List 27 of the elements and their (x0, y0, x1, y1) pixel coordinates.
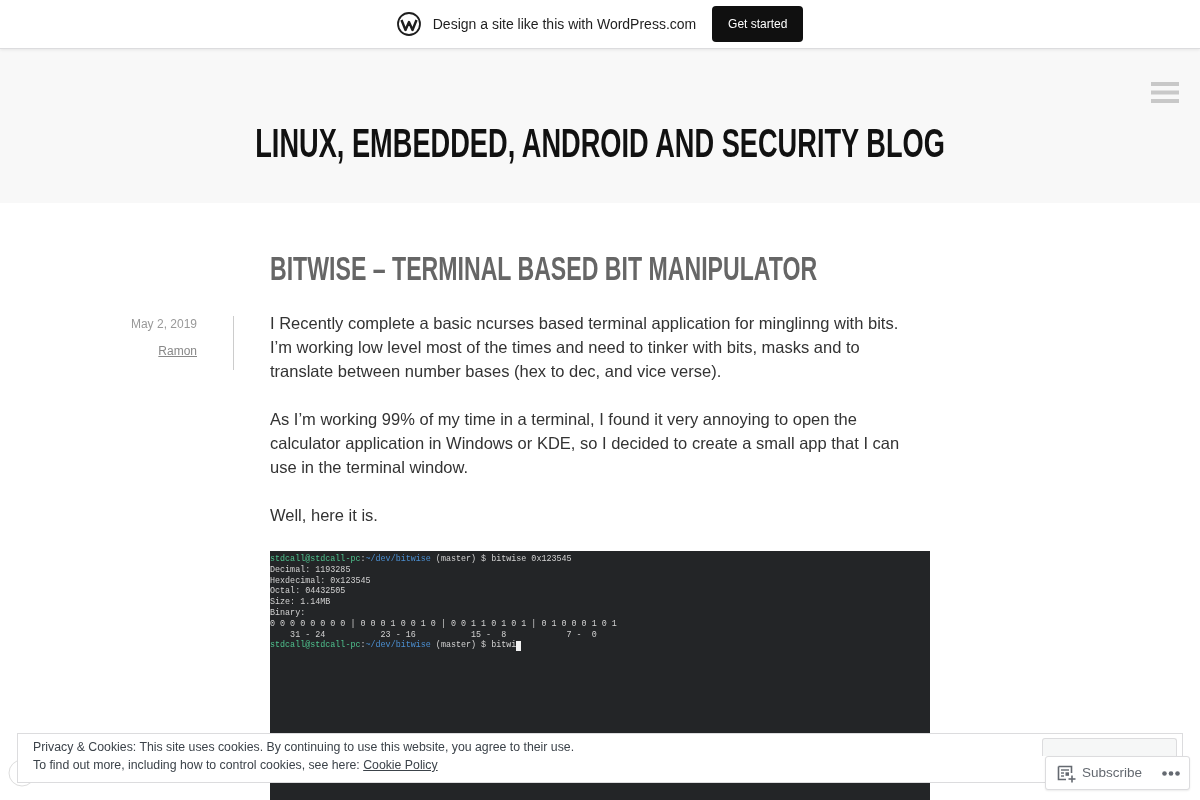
dismiss-button[interactable] (1042, 738, 1177, 756)
post-paragraph: I Recently complete a basic ncurses based terminal application for minglinng with bits. I’m working low level most of the times and need to tinker with bits, masks and to translate between number bases (hex to dec, and vice verse). (270, 313, 900, 382)
terminal-line: 31 - 24 23 - 16 15 - 8 7 - 0 (289, 629, 597, 640)
cookie-notice-text: To find out more, including how to control cookies, see here: Cookie Policy (33, 757, 438, 774)
terminal-line: stdcall@stdcall-pc:~/dev/bitwise (master) $ bitwise 0x123545 (270, 554, 572, 565)
wordpress-logo-icon (396, 12, 421, 36)
terminal-line: Size: 1.14MB (270, 597, 331, 608)
terminal-line: 0 0 0 0 0 0 0 0 | 0 0 0 1 0 0 1 0 | 0 0 1 1 0 1 0 1 | 0 1 0 0 0 1 0 1 (270, 618, 617, 630)
author-link[interactable]: Ramon (158, 343, 197, 359)
terminal-line: stdcall@stdcall-pc:~/dev/bitwise (master) $ bitwi (270, 640, 517, 652)
terminal-line: Decimal: 1193285 (270, 564, 351, 576)
post-paragraph: Well, here it is. (270, 505, 379, 526)
post-date: May 2, 2019 (130, 316, 197, 332)
menu-icon[interactable] (1151, 82, 1179, 103)
subscribe-button[interactable]: Subscribe (1057, 762, 1143, 784)
post-title: BITWISE – TERMINAL BASED BIT MANIPULATOR (270, 250, 818, 286)
cookie-policy-link[interactable]: Cookie Policy (363, 758, 438, 772)
promo-text: Design a site like this with WordPress.com (432, 14, 697, 34)
terminal-line: Binary: (270, 608, 306, 619)
terminal-line: Hexdecimal: 0x123545 (270, 575, 371, 586)
get-started-button[interactable]: Get started (712, 6, 804, 42)
ellipsis-icon (1162, 770, 1180, 776)
terminal-line: Octal: 04432505 (270, 586, 346, 597)
document-plus-icon (1057, 763, 1076, 783)
cookie-notice-text: Privacy & Cookies: This site uses cookies. By continuing to use this website, you agree to their use. (33, 739, 575, 756)
post-paragraph: As I’m working 99% of my time in a terminal, I found it very annoying to open the calculator application in Windows or KDE, so I decided to create a small app that I can use in the terminal window. (270, 409, 901, 478)
site-title[interactable]: LINUX, EMBEDDED, ANDROID AND SECURITY BLOG (255, 119, 945, 167)
